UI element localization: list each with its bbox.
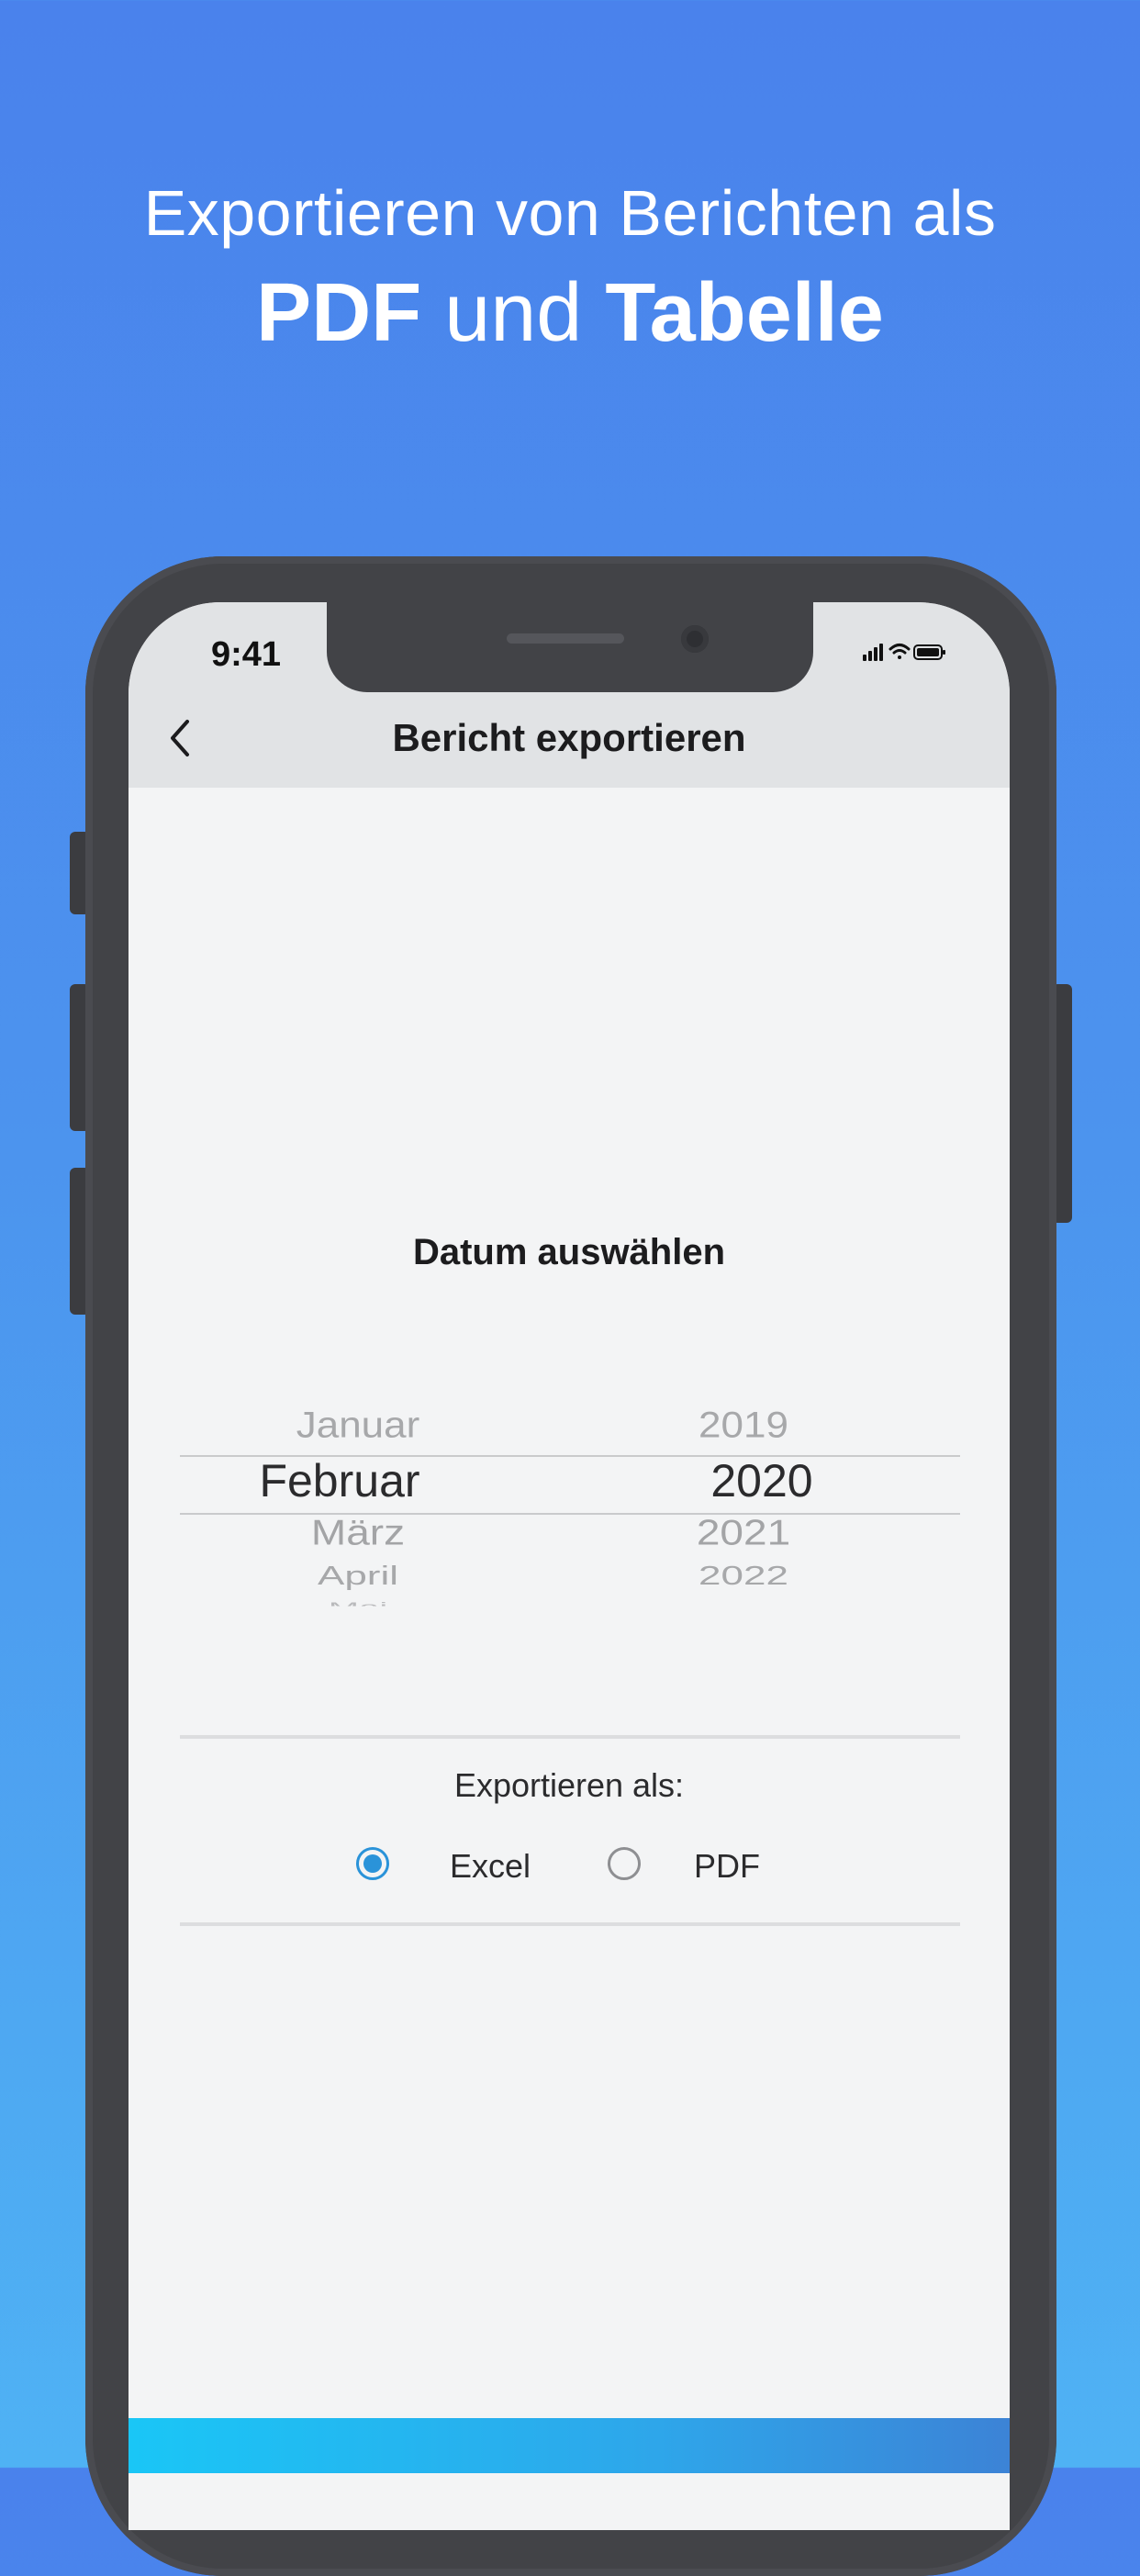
page-title: Bericht exportieren bbox=[392, 716, 746, 759]
divider-bottom bbox=[180, 1922, 960, 1926]
excel-option-label[interactable]: Excel bbox=[450, 1847, 531, 1886]
headline-line-2: PDF und Tabelle bbox=[0, 266, 1140, 361]
picker-month-selected[interactable]: Februar bbox=[220, 1454, 459, 1507]
battery-icon bbox=[913, 644, 945, 660]
picker-month-option[interactable]: Januar bbox=[239, 1406, 477, 1447]
wifi-icon bbox=[889, 644, 911, 659]
divider-top bbox=[180, 1735, 960, 1739]
pdf-option-label[interactable]: PDF bbox=[694, 1847, 760, 1886]
picker-year-option[interactable]: 2022 bbox=[670, 1562, 817, 1592]
pdf-radio-button[interactable] bbox=[608, 1847, 641, 1880]
picker-year-option[interactable]: 2021 bbox=[670, 1511, 817, 1553]
headline-und: und bbox=[444, 267, 583, 359]
status-time: 9:41 bbox=[211, 635, 282, 674]
front-camera bbox=[681, 625, 709, 653]
export-action-button[interactable] bbox=[129, 2418, 1010, 2473]
phone-notch bbox=[327, 602, 813, 692]
speaker-grille bbox=[507, 633, 624, 644]
headline-tabelle: Tabelle bbox=[605, 267, 884, 359]
date-picker-title: Datum auswählen bbox=[412, 1232, 726, 1272]
export-format-label: Exportieren als: bbox=[453, 1766, 685, 1804]
headline-pdf: PDF bbox=[256, 267, 422, 359]
picker-year-option[interactable]: 2019 bbox=[670, 1406, 817, 1447]
phone-screen: 9:41 Bericht exportieren Datum auswählen… bbox=[129, 602, 1010, 2530]
signal-icon bbox=[863, 644, 883, 661]
picker-month-option[interactable]: März bbox=[239, 1511, 477, 1553]
picker-month-option[interactable]: April bbox=[239, 1562, 477, 1592]
navigation-bar: 9:41 Bericht exportieren bbox=[129, 602, 1010, 788]
status-icons bbox=[863, 644, 945, 661]
picker-year-selected[interactable]: 2020 bbox=[688, 1454, 835, 1507]
headline-line-1: Exportieren von Berichten als bbox=[143, 177, 997, 249]
picker-month-option[interactable]: Mai bbox=[239, 1600, 477, 1607]
excel-radio-button[interactable] bbox=[356, 1847, 389, 1880]
